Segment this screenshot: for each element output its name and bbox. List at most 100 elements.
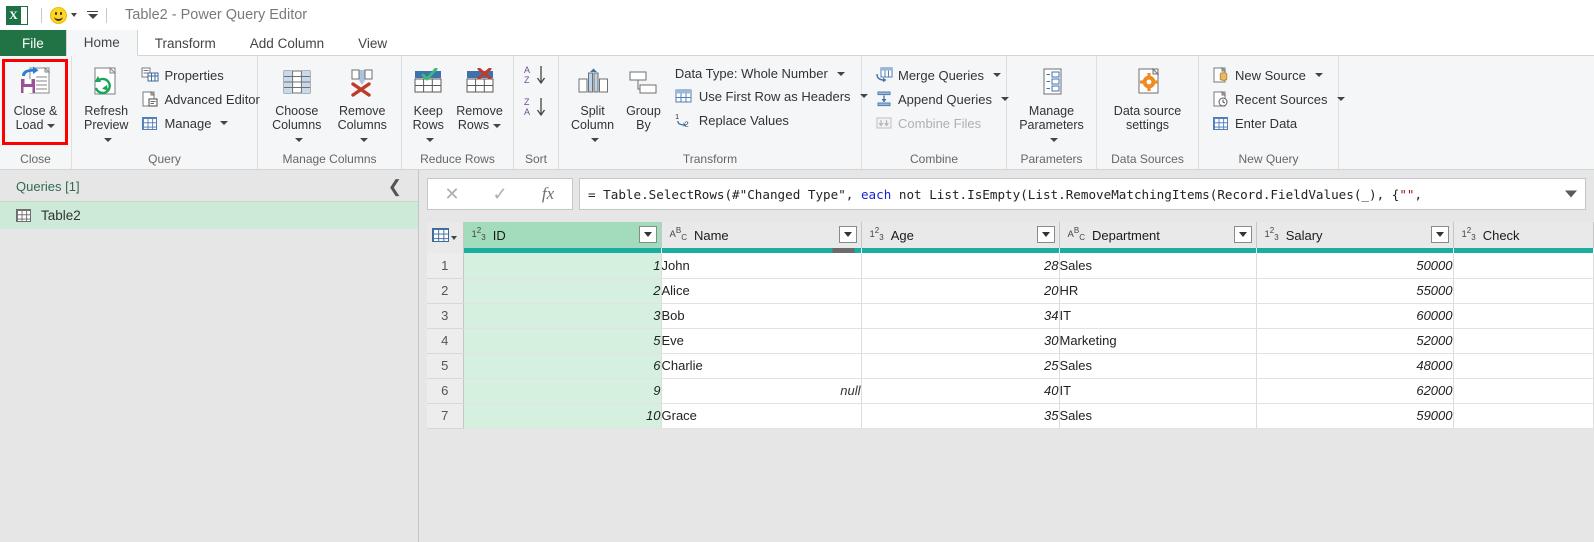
table-cell-department[interactable]: IT	[1059, 303, 1257, 329]
choose-columns-button[interactable]: Choose Columns	[264, 62, 330, 146]
merge-queries-button[interactable]: Merge Queries	[872, 64, 1014, 86]
sort-ascending-button[interactable]: A Z	[523, 64, 549, 91]
select-all-table-icon[interactable]	[427, 222, 464, 248]
table-cell-age[interactable]: 25	[861, 353, 1060, 379]
table-cell-age[interactable]: 34	[861, 303, 1060, 329]
table-cell-check[interactable]	[1453, 378, 1594, 404]
table-cell-check[interactable]	[1453, 403, 1594, 429]
column-filter-button-name[interactable]	[838, 226, 857, 243]
table-cell-name[interactable]: John	[661, 253, 862, 279]
table-cell-check[interactable]	[1453, 253, 1594, 279]
column-filter-button-id[interactable]	[638, 226, 657, 243]
column-header-age[interactable]: 123 Age	[861, 222, 1060, 248]
table-cell-id[interactable]: 6	[463, 353, 662, 379]
table-cell-salary[interactable]: 60000	[1256, 303, 1454, 329]
table-cell-salary[interactable]: 50000	[1256, 253, 1454, 279]
table-cell-name[interactable]: Bob	[661, 303, 862, 329]
manage-parameters-button[interactable]: Manage Parameters	[1013, 62, 1090, 146]
confirm-icon[interactable]: ✓	[476, 179, 524, 209]
table-cell-id[interactable]: 3	[463, 303, 662, 329]
close-and-load-button[interactable]: Close & Load	[8, 62, 64, 132]
tab-add-column[interactable]: Add Column	[233, 30, 341, 56]
table-cell-salary[interactable]: 62000	[1256, 378, 1454, 404]
column-header-check[interactable]: 123 Check	[1453, 222, 1594, 248]
column-filter-button-age[interactable]	[1036, 226, 1055, 243]
sort-descending-button[interactable]: Z A	[523, 96, 549, 123]
table-cell-age[interactable]: 30	[861, 328, 1060, 354]
enter-data-button[interactable]: Enter Data	[1209, 112, 1350, 134]
table-cell-department[interactable]: Sales	[1059, 253, 1257, 279]
table-cell-id[interactable]: 10	[463, 403, 662, 429]
table-cell-check[interactable]	[1453, 278, 1594, 304]
table-cell-age[interactable]: 40	[861, 378, 1060, 404]
table-cell-id[interactable]: 9	[463, 378, 662, 404]
row-number[interactable]: 1	[427, 253, 464, 279]
row-number[interactable]: 7	[427, 403, 464, 429]
table-row[interactable]: 2 2 Alice 20 HR 55000	[427, 278, 1594, 304]
table-row[interactable]: 1 1 John 28 Sales 50000	[427, 253, 1594, 279]
table-cell-id[interactable]: 2	[463, 278, 662, 304]
table-cell-age[interactable]: 20	[861, 278, 1060, 304]
table-cell-salary[interactable]: 59000	[1256, 403, 1454, 429]
refresh-preview-button[interactable]: Refresh Preview	[78, 62, 134, 146]
tab-view[interactable]: View	[341, 30, 404, 56]
tab-home[interactable]: Home	[65, 30, 138, 56]
row-number[interactable]: 6	[427, 378, 464, 404]
table-cell-department[interactable]: Sales	[1059, 403, 1257, 429]
new-source-button[interactable]: New Source	[1209, 64, 1350, 86]
use-first-row-as-headers-button[interactable]: Use First Row as Headers	[673, 85, 873, 107]
table-cell-name[interactable]: Grace	[661, 403, 862, 429]
manage-button[interactable]: Manage	[138, 112, 264, 134]
data-source-settings-button[interactable]: Data source settings	[1108, 62, 1187, 132]
table-cell-name[interactable]: null	[661, 378, 862, 404]
table-cell-id[interactable]: 5	[463, 328, 662, 354]
row-number[interactable]: 2	[427, 278, 464, 304]
column-filter-button-salary[interactable]	[1430, 226, 1449, 243]
column-header-name[interactable]: ABC Name	[661, 222, 862, 248]
row-number[interactable]: 3	[427, 303, 464, 329]
recent-sources-button[interactable]: Recent Sources	[1209, 88, 1350, 110]
table-cell-id[interactable]: 1	[463, 253, 662, 279]
table-row[interactable]: 4 5 Eve 30 Marketing 52000	[427, 328, 1594, 354]
formula-input[interactable]: = Table.SelectRows(#"Changed Type", each…	[579, 178, 1586, 210]
table-row[interactable]: 3 3 Bob 34 IT 60000	[427, 303, 1594, 329]
table-cell-check[interactable]	[1453, 353, 1594, 379]
column-filter-button-department[interactable]	[1233, 226, 1252, 243]
row-number[interactable]: 4	[427, 328, 464, 354]
query-list-item-table2[interactable]: Table2	[0, 201, 418, 229]
properties-button[interactable]: Properties	[138, 64, 264, 86]
table-cell-salary[interactable]: 52000	[1256, 328, 1454, 354]
table-cell-check[interactable]	[1453, 328, 1594, 354]
row-number[interactable]: 5	[427, 353, 464, 379]
table-cell-department[interactable]: Sales	[1059, 353, 1257, 379]
column-header-id[interactable]: 123 ID	[463, 222, 662, 248]
remove-columns-button[interactable]: Remove Columns	[330, 62, 396, 146]
table-cell-department[interactable]: HR	[1059, 278, 1257, 304]
data-type-button[interactable]: Data Type: Whole Number	[673, 64, 873, 83]
fx-icon[interactable]: fx	[524, 179, 572, 209]
table-row[interactable]: 5 6 Charlie 25 Sales 48000	[427, 353, 1594, 379]
table-cell-department[interactable]: Marketing	[1059, 328, 1257, 354]
customize-quick-access-toolbar-button[interactable]	[87, 10, 98, 20]
advanced-editor-button[interactable]: Advanced Editor	[138, 88, 264, 110]
table-cell-age[interactable]: 35	[861, 403, 1060, 429]
table-cell-salary[interactable]: 55000	[1256, 278, 1454, 304]
table-cell-age[interactable]: 28	[861, 253, 1060, 279]
table-cell-name[interactable]: Eve	[661, 328, 862, 354]
replace-values-button[interactable]: 1 2 Replace Values	[673, 109, 873, 131]
keep-rows-button[interactable]: Keep Rows	[406, 62, 450, 146]
chevron-left-icon[interactable]: ❮	[388, 178, 402, 195]
table-cell-check[interactable]	[1453, 303, 1594, 329]
table-cell-salary[interactable]: 48000	[1256, 353, 1454, 379]
remove-rows-button[interactable]: Remove Rows	[450, 62, 509, 132]
column-header-salary[interactable]: 123 Salary	[1256, 222, 1454, 248]
cancel-icon[interactable]: ✕	[428, 179, 476, 209]
tab-file[interactable]: File	[0, 30, 66, 56]
tab-transform[interactable]: Transform	[138, 30, 233, 56]
append-queries-button[interactable]: Append Queries	[872, 88, 1014, 110]
column-header-department[interactable]: ABC Department	[1059, 222, 1257, 248]
table-cell-department[interactable]: IT	[1059, 378, 1257, 404]
feedback-smiley-button[interactable]	[50, 6, 77, 24]
table-row[interactable]: 6 9 null 40 IT 62000	[427, 378, 1594, 404]
split-column-button[interactable]: Split Column	[565, 62, 620, 146]
